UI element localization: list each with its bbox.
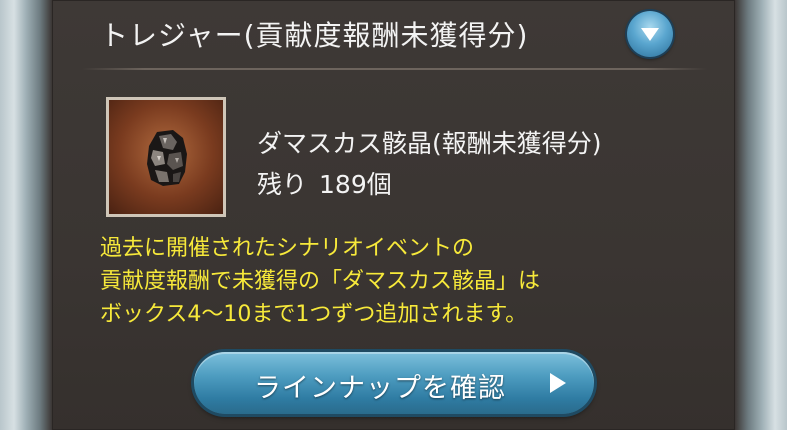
notice-line: ボックス4〜10まで1つずつ追加されます。 [100,302,528,327]
item-name: ダマスカス骸晶(報酬未獲得分) [257,129,602,158]
notice-line: 貢献度報酬で未獲得の「ダマスカス骸晶」は [100,269,541,294]
view-lineup-label: ラインナップを確認 [254,373,506,404]
damascus-crystal-icon [147,130,187,186]
window-frame: トレジャー(貢献度報酬未獲得分) ダマスカス骸晶(報酬未獲得分) 残り 189個 [0,0,787,430]
notice-text: 過去に開催されたシナリオイベントの 貢献度報酬で未獲得の「ダマスカス骸晶」は ボ… [100,232,540,331]
play-arrow-icon [550,373,566,393]
item-thumbnail [106,97,226,217]
notice-line: 過去に開催されたシナリオイベントの [100,236,475,261]
chevron-down-icon [641,28,659,41]
remaining-count: 残り 189個 [257,165,392,201]
header-divider [82,68,707,70]
view-lineup-button[interactable]: ラインナップを確認 [194,352,594,414]
remaining-label: 残り [257,170,308,199]
panel-title: トレジャー(貢献度報酬未獲得分) [100,19,529,52]
treasure-panel: トレジャー(貢献度報酬未獲得分) ダマスカス骸晶(報酬未獲得分) 残り 189個 [52,0,735,430]
collapse-button[interactable] [627,11,673,57]
remaining-value: 189個 [319,170,392,199]
